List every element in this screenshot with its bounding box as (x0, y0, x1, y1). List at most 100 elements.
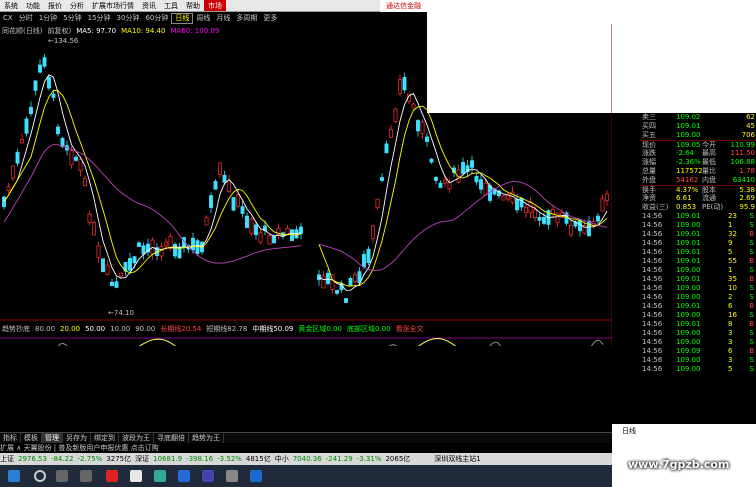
candle (290, 229, 294, 242)
quote-turnover: 换手 4.37% 股本 5.38 (640, 185, 756, 194)
tick-time: 14:56 (642, 365, 663, 373)
period-15min[interactable]: 15分钟 (85, 13, 114, 24)
candle (366, 248, 371, 264)
tick-price: 109.01 (676, 320, 701, 328)
tab-wave-king[interactable]: 波段为王 (119, 433, 154, 443)
period-30min[interactable]: 30分钟 (114, 13, 143, 24)
server-name[interactable]: 深圳双线主站1 (434, 455, 480, 463)
period-weekly[interactable]: 周线 (193, 13, 213, 24)
menu-item-help[interactable]: 帮助 (182, 0, 204, 11)
tick-time: 14:56 (642, 212, 663, 220)
period-5min[interactable]: 5分钟 (60, 13, 84, 24)
tick-time: 14:56 (642, 239, 663, 247)
indicator-v1: 80.00 (35, 325, 56, 333)
candle (119, 272, 123, 277)
menu-item-ext-market[interactable]: 扩展市场行情 (88, 0, 138, 11)
sh-value: 2976.53 (18, 455, 47, 463)
chat-icon[interactable] (154, 470, 166, 482)
menu-item-news[interactable]: 资讯 (138, 0, 160, 11)
period-more[interactable]: 更多 (260, 13, 280, 24)
app4-icon[interactable] (250, 470, 262, 482)
candle (335, 289, 339, 294)
tick-dir: B (749, 347, 754, 355)
menu-item-function[interactable]: 功能 (22, 0, 44, 11)
tab-manage[interactable]: 管理 (42, 433, 63, 443)
app2-icon[interactable] (202, 470, 214, 482)
search-icon[interactable] (34, 470, 46, 482)
menu-market-tab[interactable]: 市场 (204, 0, 226, 11)
watermark: www.7gpzb.com (628, 458, 730, 471)
task-view-icon[interactable] (56, 470, 68, 482)
indicator-name[interactable]: 趋势抄底 (2, 325, 30, 333)
quote-total: 总量 117572 量比 1.78 (642, 167, 755, 175)
candle (353, 274, 357, 282)
candle (245, 215, 249, 228)
short-line-value: 82.78 (227, 325, 248, 333)
indicator-v2: 20.00 (60, 325, 81, 333)
menu-item-quote[interactable]: 报价 (44, 0, 66, 11)
tick-vol: 5 (728, 248, 733, 256)
menu-item-tools[interactable]: 工具 (160, 0, 182, 11)
tick-dir: S (749, 212, 754, 220)
candle (209, 195, 213, 208)
mid-pct: -3.31% (356, 455, 382, 463)
tick-row: 14:56 109.00 1 S (640, 266, 756, 275)
tab-indicator[interactable]: 指标 (0, 433, 21, 443)
tab-save-as[interactable]: 另存为 (63, 433, 91, 443)
ma60-value: MA60: 100.09 (170, 27, 220, 35)
period-bar: CX 分时 1分钟 5分钟 15分钟 30分钟 60分钟 日线 周线 月线 多周期 更多 (0, 13, 427, 24)
menu-item-analysis[interactable]: 分析 (66, 0, 88, 11)
tick-time: 14:56 (642, 221, 663, 229)
tick-list[interactable]: 14:56 109.01 23 S 14:56 109.00 1 S 14:56 109.01 32… (640, 212, 756, 374)
menu-item-system[interactable]: 系统 (0, 0, 22, 11)
ma5-value: MA5: 97.70 (76, 27, 117, 35)
stock-name: 同花顺(日线) (2, 27, 43, 35)
mid-change: -241.29 (325, 455, 353, 463)
tab-template[interactable]: 模板 (21, 433, 42, 443)
period-monthly[interactable]: 月线 (213, 13, 233, 24)
windows-start-icon[interactable] (8, 470, 20, 482)
tab-find-bottom[interactable]: 寻底翻倍 (154, 433, 189, 443)
browser-icon[interactable] (106, 470, 118, 482)
candle (101, 258, 105, 273)
app3-icon[interactable] (226, 470, 238, 482)
period-icon[interactable]: CX (0, 13, 16, 24)
tick-time: 14:56 (642, 356, 663, 364)
tab-bind-to[interactable]: 绑定到 (91, 433, 119, 443)
tick-row: 14:56 109.01 8 B (640, 320, 756, 329)
daily-tab[interactable]: 日线 (622, 426, 636, 436)
candle (6, 186, 11, 191)
period-1min[interactable]: 1分钟 (36, 13, 60, 24)
candle (69, 150, 74, 166)
mid-line (57, 339, 604, 346)
quote-change: 涨跌 -2.64 最高 111.50 (642, 149, 755, 157)
tick-vol: 1 (728, 221, 733, 229)
candle (11, 165, 15, 179)
mid-value: 7040.36 (292, 455, 322, 463)
candle (380, 177, 384, 181)
period-intraday[interactable]: 分时 (16, 13, 36, 24)
candle (137, 242, 141, 248)
tab-trend-king[interactable]: 趋势为王 (189, 433, 224, 443)
tick-row: 14:56 109.01 35 B (640, 275, 756, 284)
tick-dir: S (749, 266, 754, 274)
candle (569, 224, 573, 236)
ie-icon[interactable] (178, 470, 190, 482)
indicator-v3: 50.00 (85, 325, 106, 333)
kline-chart[interactable]: 115.0110.0105.0100.095.0090.0084.80100.0… (0, 24, 612, 346)
tick-vol: 6 (728, 347, 733, 355)
adjust-mode[interactable]: 前复权) (47, 27, 71, 35)
candle (29, 107, 33, 115)
period-60min[interactable]: 60分钟 (142, 13, 171, 24)
candle (285, 228, 290, 235)
app-brand: 通达信金融 (380, 0, 427, 12)
period-multi[interactable]: 多周期 (233, 13, 260, 24)
period-daily[interactable]: 日线 (171, 13, 194, 24)
candle (51, 93, 56, 98)
right-bottom-panel: 日线 (612, 424, 756, 487)
extension-bar[interactable]: 扩展 ∧ 天翼股份 | 普及新版用户申报优惠 点击订购 (0, 443, 612, 453)
tick-dir: B (749, 230, 754, 238)
app-icon[interactable] (80, 470, 92, 482)
candle (501, 195, 506, 201)
files-icon[interactable] (130, 470, 142, 482)
